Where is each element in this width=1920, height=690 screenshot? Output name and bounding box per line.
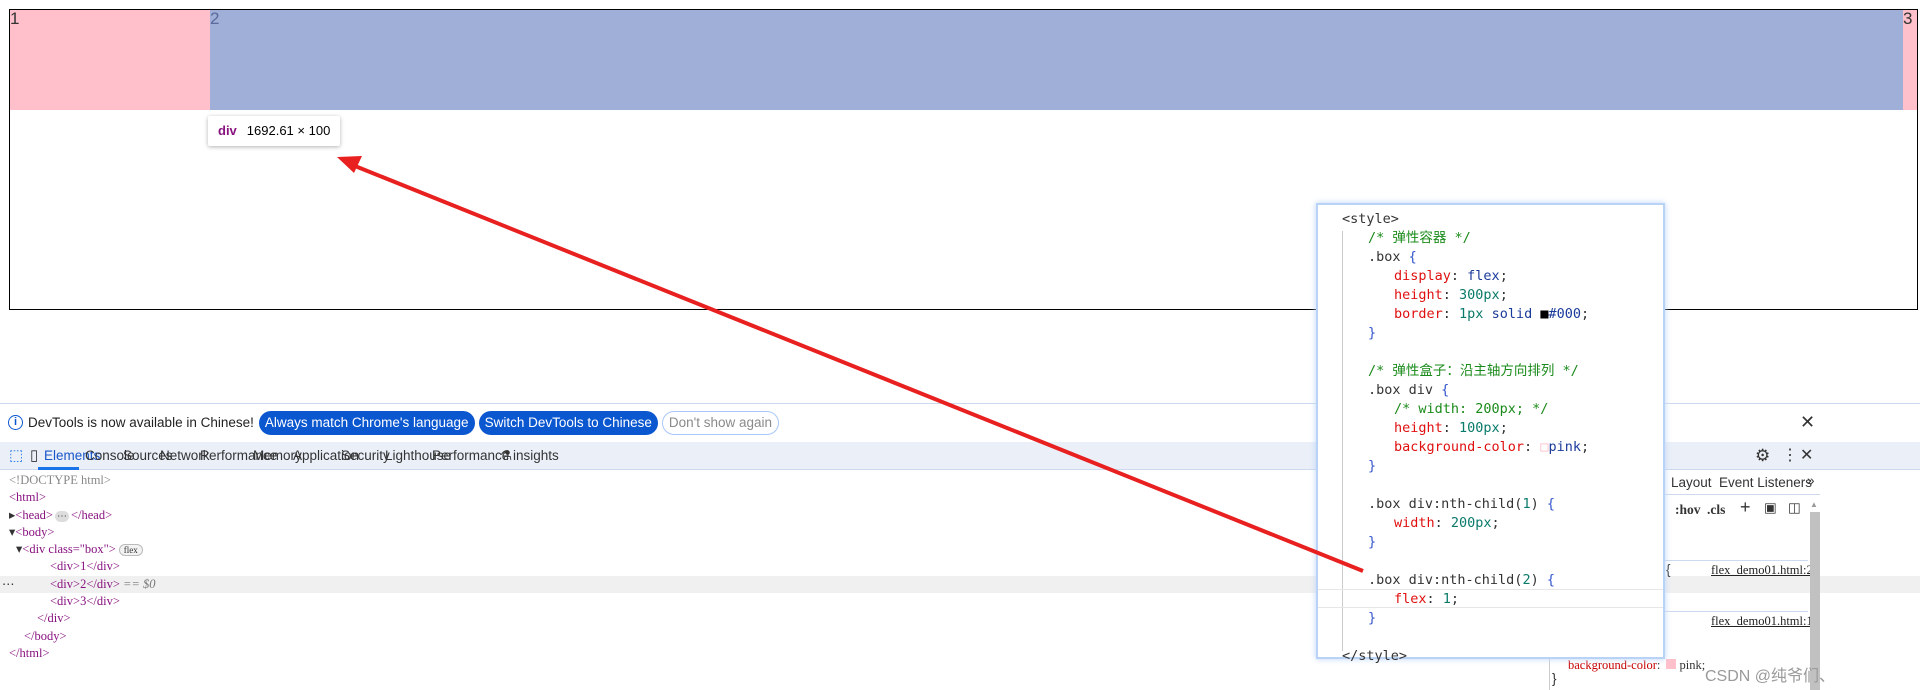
annotation-arrow [337, 156, 1364, 573]
arrow-head [337, 156, 362, 173]
arrow-shaft [349, 162, 1364, 573]
